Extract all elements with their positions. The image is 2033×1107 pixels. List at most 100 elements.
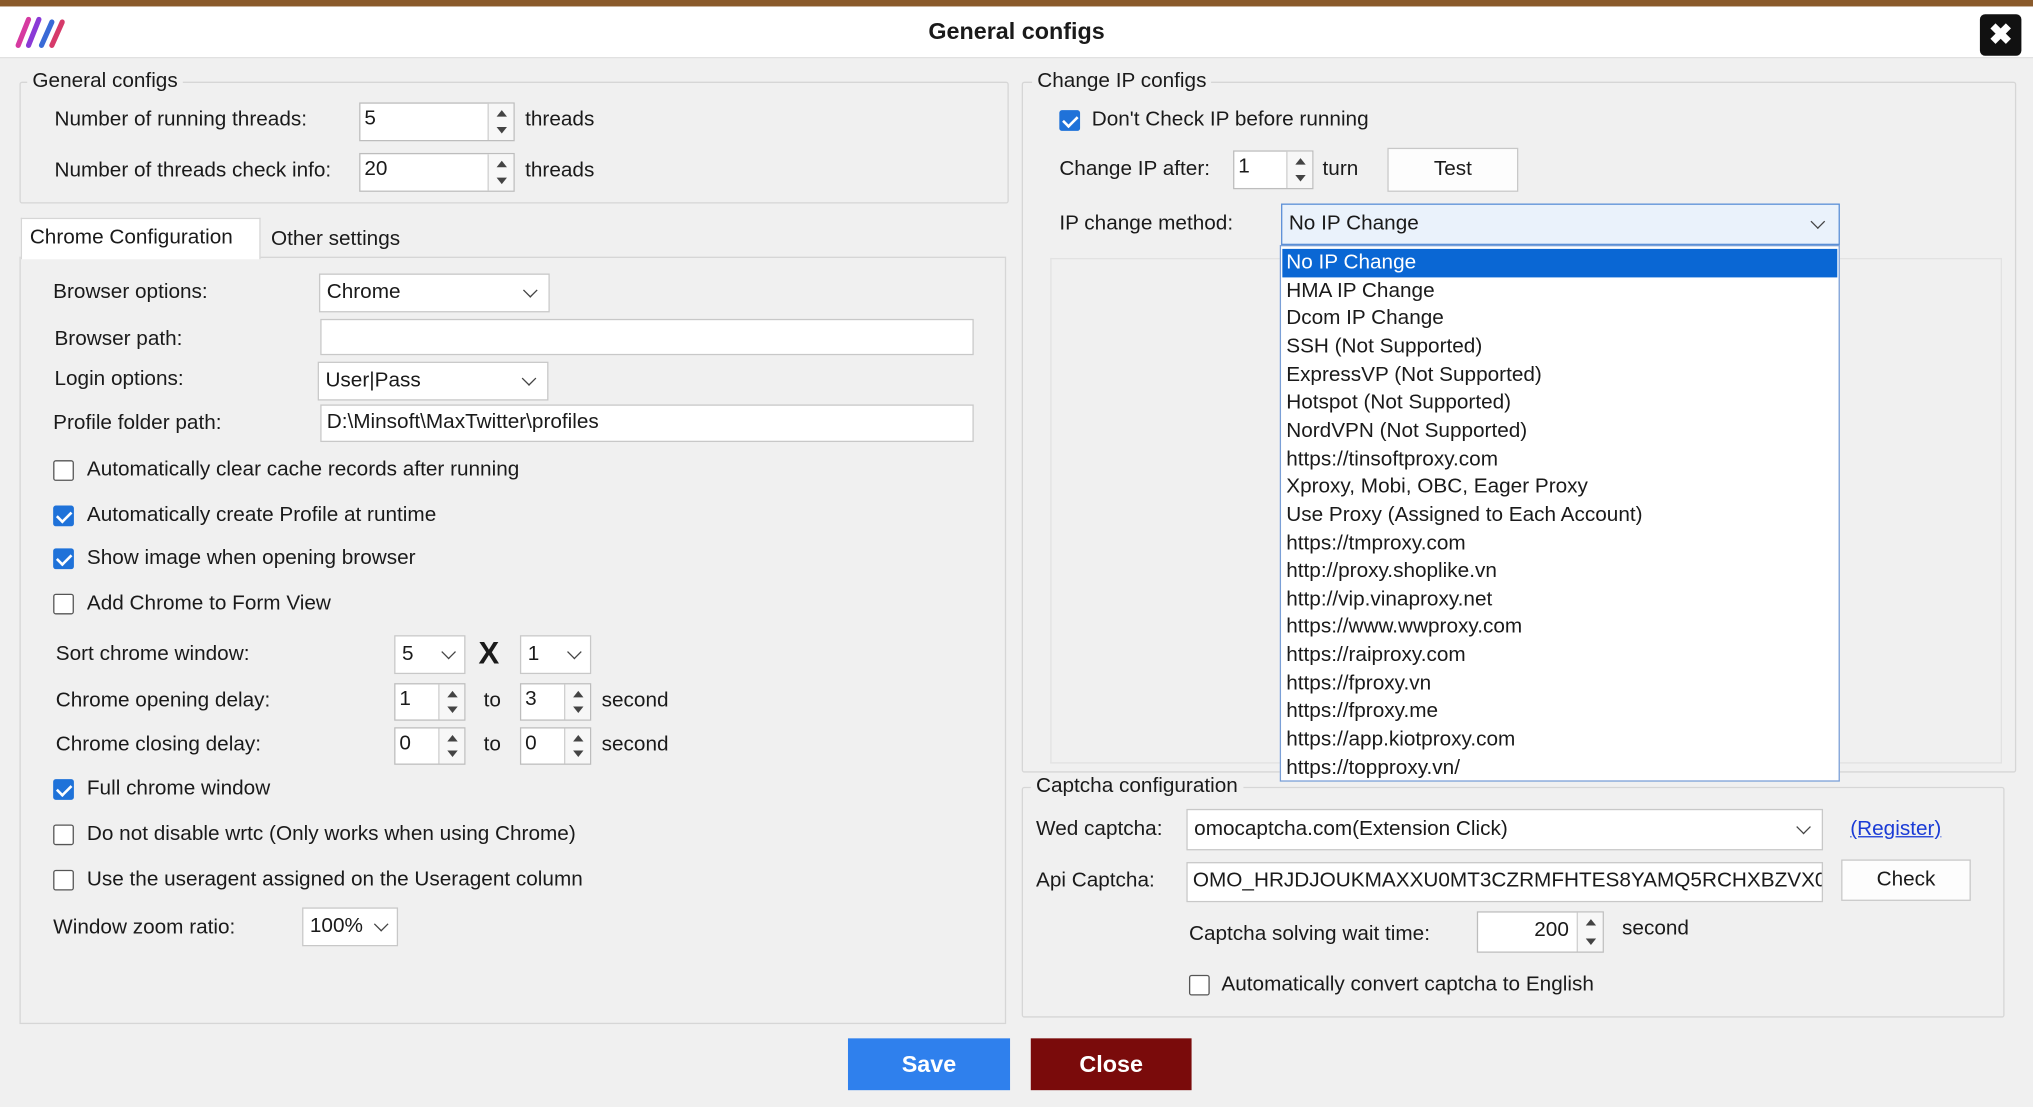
close-delay-to-stepper[interactable]: 0 [519, 727, 592, 765]
ip-method-option[interactable]: SSH (Not Supported) [1282, 333, 1837, 362]
zoom-select[interactable]: 100% [302, 907, 399, 947]
ip-settings-panel [1050, 257, 1284, 764]
tab-chrome-configuration[interactable]: Chrome Configuration [20, 217, 261, 260]
open-delay-from-stepper[interactable]: 1 [394, 683, 466, 721]
chevron-down-icon [567, 644, 582, 660]
dont-check-ip-label: Don't Check IP before running [1091, 108, 1369, 131]
browser-options-label: Browser options: [53, 281, 208, 304]
sort-cols-value: 5 [401, 642, 414, 666]
threads-label: Number of running threads: [54, 108, 308, 131]
open-delay-from-value: 1 [399, 688, 411, 711]
zoom-label: Window zoom ratio: [53, 916, 236, 939]
check-threads-unit: threads [525, 159, 595, 182]
close-delay-from-value: 0 [399, 732, 411, 755]
ip-method-option[interactable]: Hotspot (Not Supported) [1282, 389, 1837, 418]
close-delay-from-stepper[interactable]: 0 [394, 727, 466, 765]
threads-unit: threads [525, 108, 595, 131]
check-captcha-button[interactable]: Check [1841, 859, 1971, 901]
dialog-window: General configs ✖ General configs Number… [0, 0, 2033, 1107]
clear-cache-checkbox[interactable] [53, 460, 74, 481]
ip-method-option[interactable]: HMA IP Change [1282, 277, 1837, 306]
threads-value: 5 [364, 107, 376, 130]
ip-method-option[interactable]: http://vip.vinaproxy.net [1282, 586, 1837, 615]
convert-english-checkbox[interactable] [1188, 974, 1210, 996]
close-delay-from-arrows[interactable] [438, 728, 465, 764]
tab-other-settings[interactable]: Other settings [263, 220, 425, 259]
api-captcha-input[interactable]: OMO_HRJDJOUKMAXXU0MT3CZRMFHTES8YAMQ5RCHX… [1186, 862, 1824, 903]
sort-rows-select[interactable]: 1 [519, 635, 592, 675]
login-options-label: Login options: [54, 368, 184, 391]
wait-time-stepper[interactable]: 200 [1476, 911, 1604, 953]
zoom-value: 100% [309, 915, 363, 938]
open-delay-from-arrows[interactable] [438, 684, 465, 720]
ip-method-option[interactable]: Dcom IP Change [1282, 305, 1837, 334]
ip-method-select[interactable]: No IP Change [1281, 203, 1840, 246]
login-options-value: User|Pass [325, 369, 421, 392]
ip-method-option[interactable]: https://fproxy.me [1282, 698, 1837, 727]
open-delay-to-arrows[interactable] [564, 684, 590, 720]
useragent-checkbox[interactable] [53, 869, 74, 891]
ip-method-value: No IP Change [1288, 212, 1419, 235]
check-threads-value: 20 [364, 158, 388, 181]
ip-method-option[interactable]: https://app.kiotproxy.com [1282, 726, 1837, 755]
ip-method-option[interactable]: http://proxy.shoplike.vn [1282, 558, 1837, 587]
ip-method-option[interactable]: Use Proxy (Assigned to Each Account) [1282, 501, 1837, 530]
change-ip-title: Change IP configs [1032, 70, 1212, 94]
ip-method-option[interactable]: https://tmproxy.com [1282, 530, 1837, 559]
check-threads-stepper[interactable]: 20 [359, 152, 515, 192]
chevron-down-icon [373, 916, 389, 932]
wrtc-checkbox[interactable] [53, 824, 74, 846]
dont-check-ip-checkbox[interactable] [1059, 110, 1081, 131]
ip-method-option[interactable]: https://raiproxy.com [1282, 642, 1837, 671]
general-configs-title: General configs [27, 70, 183, 94]
login-options-select[interactable]: User|Pass [317, 361, 549, 401]
wait-time-value: 200 [1534, 919, 1569, 942]
browser-options-select[interactable]: Chrome [318, 273, 550, 313]
api-captcha-label: Api Captcha: [1035, 869, 1155, 892]
ip-method-option[interactable]: NordVPN (Not Supported) [1282, 417, 1837, 446]
change-ip-after-stepper[interactable]: 1 [1233, 150, 1314, 190]
ip-method-option[interactable]: Xproxy, Mobi, OBC, Eager Proxy [1282, 473, 1837, 502]
open-delay-to-stepper[interactable]: 3 [519, 683, 592, 721]
test-button[interactable]: Test [1387, 147, 1519, 192]
ip-method-option[interactable]: https://www.wwproxy.com [1282, 614, 1837, 643]
profile-path-input[interactable]: D:\Minsoft\MaxTwitter\profiles [320, 404, 974, 443]
save-button[interactable]: Save [847, 1038, 1011, 1091]
add-chrome-form-view-checkbox[interactable] [53, 593, 74, 615]
close-delay-to-arrows[interactable] [564, 728, 590, 764]
add-chrome-form-view-label: Add Chrome to Form View [86, 592, 331, 615]
ip-method-option[interactable]: ExpressVP (Not Supported) [1282, 361, 1837, 390]
captcha-title: Captcha configuration [1030, 775, 1243, 799]
close-window-button[interactable]: ✖ [1979, 14, 2022, 56]
wait-time-arrows[interactable] [1576, 912, 1603, 952]
register-link[interactable]: (Register) [1850, 818, 1941, 841]
ip-method-option[interactable]: https://fproxy.vn [1282, 670, 1837, 699]
show-image-checkbox[interactable] [53, 548, 74, 570]
useragent-label: Use the useragent assigned on the Userag… [86, 868, 583, 891]
close-delay-label: Chrome closing delay: [55, 733, 262, 756]
convert-english-label: Automatically convert captcha to English [1221, 973, 1594, 996]
threads-stepper[interactable]: 5 [359, 102, 515, 142]
sort-cols-select[interactable]: 5 [394, 635, 466, 675]
create-profile-checkbox[interactable] [53, 505, 74, 527]
ip-method-option[interactable]: https://topproxy.vn/ [1282, 754, 1837, 783]
change-ip-after-arrows[interactable] [1286, 151, 1313, 188]
ip-method-option[interactable]: No IP Change [1282, 248, 1838, 278]
wed-captcha-select[interactable]: omocaptcha.com(Extension Click) [1186, 808, 1824, 851]
full-window-label: Full chrome window [86, 777, 271, 800]
check-threads-stepper-arrows[interactable] [487, 154, 514, 191]
ip-method-option[interactable]: https://tinsoftproxy.com [1282, 445, 1837, 474]
close-button[interactable]: Close [1030, 1038, 1192, 1091]
close-delay-to-value: 0 [525, 732, 537, 755]
chevron-down-icon [1810, 214, 1826, 230]
chevron-down-icon [521, 371, 537, 386]
full-window-checkbox[interactable] [53, 779, 74, 800]
clear-cache-label: Automatically clear cache records after … [86, 458, 520, 481]
browser-path-input[interactable] [320, 318, 974, 356]
window-title: General configs [928, 18, 1105, 45]
threads-stepper-arrows[interactable] [487, 103, 514, 141]
chevron-down-icon [441, 644, 456, 660]
close-icon: ✖ [1988, 18, 2013, 51]
ip-method-dropdown-list[interactable]: No IP Change HMA IP Change Dcom IP Change S… [1279, 245, 1840, 783]
sort-times-sign: X [478, 636, 500, 672]
